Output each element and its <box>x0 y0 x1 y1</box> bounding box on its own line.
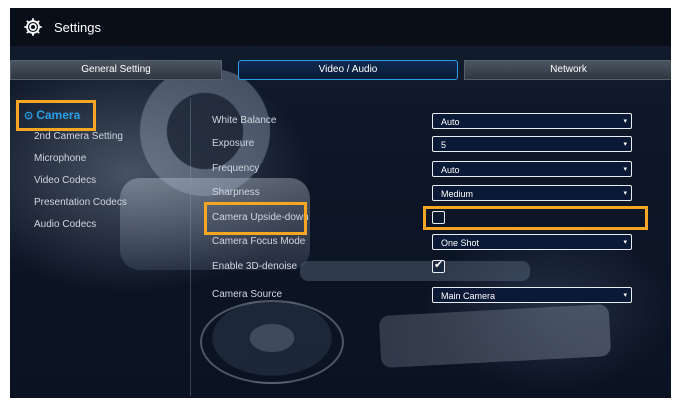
sidebar-item-microphone[interactable]: Microphone <box>20 148 190 170</box>
setting-row-sharpness: Sharpness Medium ▾ <box>212 185 642 203</box>
select-value: Auto <box>441 117 460 127</box>
select-value: 5 <box>441 140 447 150</box>
select-value: Main Camera <box>441 291 496 301</box>
setting-label: Sharpness <box>212 187 260 198</box>
sidebar-item-audio-codecs[interactable]: Audio Codecs <box>20 214 190 236</box>
setting-label: Camera Upside-down <box>212 212 309 223</box>
setting-row-frequency: Frequency Auto ▾ <box>212 161 642 179</box>
setting-label: Exposure <box>212 138 255 149</box>
setting-row-enable-3d-denoise: Enable 3D-denoise ✔ <box>212 259 642 277</box>
settings-window: Settings General Setting Video / Audio N… <box>10 8 671 398</box>
camera-focus-mode-select[interactable]: One Shot ▾ <box>432 234 632 250</box>
sharpness-select[interactable]: Medium ▾ <box>432 185 632 201</box>
gear-icon <box>24 18 42 36</box>
sidebar-item-camera[interactable]: ⊙ Camera <box>20 104 190 126</box>
select-value: Auto <box>441 165 460 175</box>
setting-row-camera-source: Camera Source Main Camera ▾ <box>212 287 642 305</box>
tab-network[interactable]: Network <box>464 60 671 80</box>
page-title: Settings <box>54 19 101 35</box>
sidebar-item-presentation-codecs[interactable]: Presentation Codecs <box>20 192 190 214</box>
sidebar: ⊙ Camera 2nd Camera Setting Microphone Vi… <box>20 104 190 236</box>
exposure-select[interactable]: 5 ▾ <box>432 136 632 152</box>
setting-row-camera-upside-down: Camera Upside-down <box>212 210 642 228</box>
dropdown-arrow-icon: ▾ <box>623 118 627 125</box>
setting-row-white-balance: White Balance Auto ▾ <box>212 113 642 131</box>
setting-label: Camera Source <box>212 289 283 300</box>
setting-label: Frequency <box>212 163 260 174</box>
radio-dot-icon: ⊙ <box>24 110 34 122</box>
dropdown-arrow-icon: ▾ <box>623 292 627 299</box>
dropdown-arrow-icon: ▾ <box>623 239 627 246</box>
header-bar: Settings <box>10 8 671 46</box>
setting-label: Camera Focus Mode <box>212 236 306 247</box>
sidebar-item-video-codecs[interactable]: Video Codecs <box>20 170 190 192</box>
enable-3d-denoise-checkbox[interactable]: ✔ <box>432 259 445 273</box>
select-value: Medium <box>441 189 474 199</box>
dropdown-arrow-icon: ▾ <box>623 166 627 173</box>
select-value: One Shot <box>441 238 480 248</box>
sidebar-item-2nd-camera-setting[interactable]: 2nd Camera Setting <box>20 126 190 148</box>
sidebar-item-label: Camera <box>36 108 81 122</box>
setting-label: Enable 3D-denoise <box>212 261 298 272</box>
dropdown-arrow-icon: ▾ <box>623 141 627 148</box>
dropdown-arrow-icon: ▾ <box>623 190 627 197</box>
camera-source-select[interactable]: Main Camera ▾ <box>432 287 632 303</box>
tab-video-audio[interactable]: Video / Audio <box>238 60 458 80</box>
frequency-select[interactable]: Auto ▾ <box>432 161 632 177</box>
setting-label: White Balance <box>212 115 277 126</box>
background-speakerphone <box>200 300 344 384</box>
white-balance-select[interactable]: Auto ▾ <box>432 113 632 129</box>
checkmark-icon: ✔ <box>434 259 444 271</box>
camera-upside-down-checkbox[interactable] <box>432 211 445 224</box>
setting-row-camera-focus-mode: Camera Focus Mode One Shot ▾ <box>212 234 642 252</box>
tab-bar: General Setting Video / Audio Network <box>10 60 671 80</box>
setting-row-exposure: Exposure 5 ▾ <box>212 136 642 154</box>
tab-general-setting[interactable]: General Setting <box>10 60 222 80</box>
sidebar-divider <box>190 98 191 396</box>
